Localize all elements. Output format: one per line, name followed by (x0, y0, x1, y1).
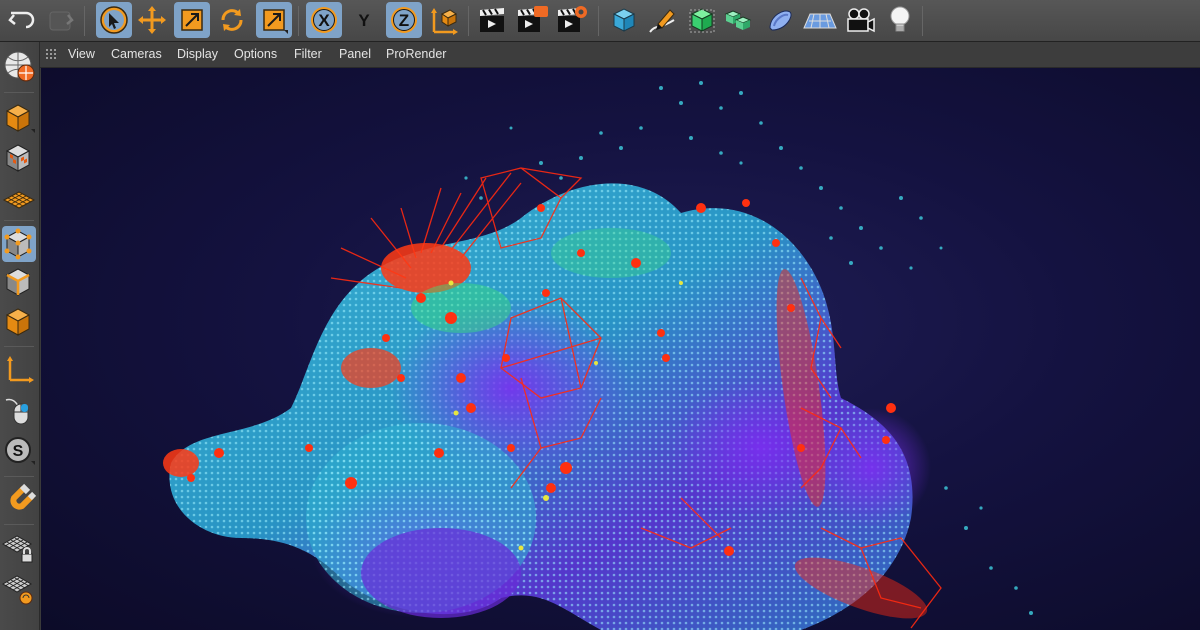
model-mode-button[interactable] (2, 100, 36, 136)
viewport-menu-bar: View Cameras Display Options Filter Pane… (40, 42, 1200, 68)
solo-button[interactable]: S (2, 432, 36, 468)
live-selection-button[interactable] (96, 2, 132, 38)
deformer-icon (769, 10, 792, 31)
tweak-mode-icon (5, 398, 29, 425)
toolbar-separator (598, 6, 599, 36)
pen-spline-icon (649, 9, 675, 33)
render-view-button[interactable] (474, 2, 510, 38)
floor-icon (803, 13, 837, 29)
render-settings-icon (558, 6, 587, 32)
toolbar-separator (4, 92, 34, 93)
toolbar-separator (4, 220, 34, 221)
svg-text:S: S (13, 443, 24, 460)
svg-text:Y: Y (358, 11, 370, 30)
mode-toolbar: S (0, 42, 40, 630)
polygons-mode-icon (5, 308, 31, 336)
rotate-button[interactable] (214, 2, 250, 38)
texture-mode-button[interactable] (2, 140, 36, 176)
workplane-globe-button[interactable] (2, 48, 36, 84)
y-axis-lock-icon: Y (358, 11, 370, 30)
floor-button[interactable] (802, 2, 838, 38)
pen-spline-button[interactable] (644, 2, 680, 38)
coordinate-system-icon (431, 8, 458, 35)
redo-button[interactable] (42, 2, 78, 38)
toolbar-separator (4, 476, 34, 477)
toolbar-separator (4, 346, 34, 347)
move-button[interactable] (134, 2, 170, 38)
recent-tools-icon (263, 9, 288, 34)
axis-mode-icon (7, 356, 34, 383)
planar-workplane-icon (2, 575, 33, 605)
camera-button[interactable] (842, 2, 878, 38)
particle-render (163, 81, 1033, 630)
array-generator-icon (724, 10, 752, 30)
render-to-picture-viewer-button[interactable] (514, 2, 550, 38)
toolbar-separator (4, 524, 34, 525)
toolbar-separator (922, 6, 923, 36)
menu-panel[interactable]: Panel (339, 47, 371, 61)
main-toolbar: X Y Z (0, 0, 1200, 42)
grip-icon[interactable] (46, 49, 58, 61)
array-generator-button[interactable] (722, 2, 758, 38)
scale-button[interactable] (174, 2, 210, 38)
camera-icon (847, 8, 875, 33)
snap-magnet-icon (10, 483, 36, 510)
rotate-icon (221, 9, 243, 31)
menu-filter[interactable]: Filter (294, 47, 322, 61)
3d-viewport[interactable] (41, 68, 1200, 630)
menu-display[interactable]: Display (177, 47, 218, 61)
render-to-picture-viewer-icon (518, 6, 548, 32)
scale-icon (181, 9, 203, 31)
solo-icon: S (5, 437, 35, 465)
model-mode-icon (5, 104, 35, 133)
points-mode-button[interactable] (2, 226, 36, 262)
deformer-button[interactable] (762, 2, 798, 38)
render-view-icon (480, 8, 504, 32)
render-settings-button[interactable] (554, 2, 590, 38)
planar-workplane-button[interactable] (2, 570, 36, 606)
undo-button[interactable] (4, 2, 40, 38)
svg-text:X: X (318, 11, 330, 30)
workplane-mode-icon (2, 191, 36, 209)
y-axis-lock-button[interactable]: Y (346, 2, 382, 38)
x-axis-lock-button[interactable]: X (306, 2, 342, 38)
cube-icon (612, 8, 636, 32)
redo-icon (49, 11, 74, 31)
svg-text:Z: Z (399, 11, 409, 30)
lock-workplane-button[interactable] (2, 530, 36, 566)
x-axis-lock-icon: X (311, 7, 337, 33)
z-axis-lock-icon: Z (391, 7, 417, 33)
edges-mode-icon (5, 268, 31, 296)
live-selection-icon (100, 6, 128, 34)
texture-mode-icon (5, 144, 31, 172)
menu-view[interactable]: View (68, 47, 95, 61)
coordinate-system-button[interactable] (426, 2, 462, 38)
toolbar-separator (468, 6, 469, 36)
subdivision-surface-button[interactable] (684, 2, 720, 38)
snap-magnet-button[interactable] (2, 482, 36, 518)
light-icon (890, 6, 910, 32)
move-icon (138, 6, 166, 34)
axis-mode-button[interactable] (2, 352, 36, 388)
edges-mode-button[interactable] (2, 264, 36, 300)
cube-button[interactable] (606, 2, 642, 38)
lock-workplane-icon (2, 535, 33, 563)
menu-options[interactable]: Options (234, 47, 277, 61)
workplane-mode-button[interactable] (2, 180, 36, 216)
workplane-globe-icon (4, 51, 35, 82)
toolbar-separator (298, 6, 299, 36)
recent-tools-button[interactable] (256, 2, 292, 38)
toolbar-separator (84, 6, 85, 36)
subdivision-surface-icon (689, 8, 715, 33)
points-mode-icon (4, 228, 32, 260)
menu-cameras[interactable]: Cameras (111, 47, 162, 61)
polygons-mode-button[interactable] (2, 304, 36, 340)
menu-prorender[interactable]: ProRender (386, 47, 446, 61)
z-axis-lock-button[interactable]: Z (386, 2, 422, 38)
light-button[interactable] (882, 2, 918, 38)
undo-icon (8, 11, 35, 29)
tweak-mode-button[interactable] (2, 392, 36, 428)
